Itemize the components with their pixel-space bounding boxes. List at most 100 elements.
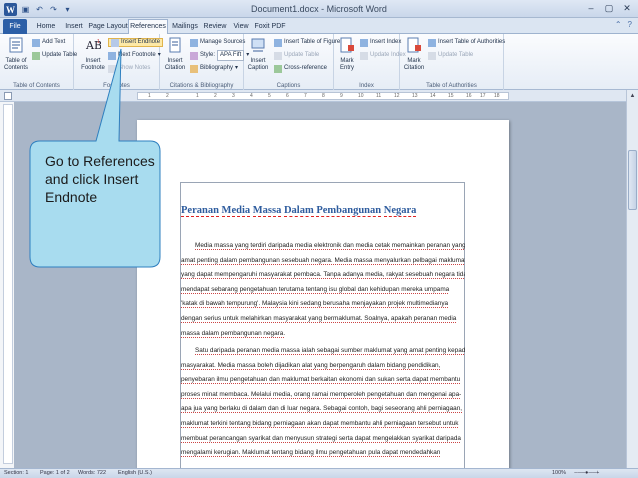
footnote-icon: AB1: [85, 39, 102, 52]
captions-update-table-button[interactable]: Update Table: [274, 51, 319, 60]
update-table-button[interactable]: Update Table: [32, 51, 77, 60]
group-captions: Insert Caption Insert Table of Figures U…: [244, 34, 343, 90]
zoom-slider[interactable]: −──●──+: [574, 470, 599, 476]
mark-entry-button[interactable]: Mark Entry: [336, 37, 358, 72]
group-label: Footnotes: [103, 83, 130, 89]
group-citations: Insert Citation Manage Sources Style: AP…: [160, 34, 249, 90]
tab-insert[interactable]: Insert: [60, 20, 88, 34]
vertical-ruler[interactable]: [3, 104, 13, 464]
text-line: mengalami kerugian. Maklumat tentang bid…: [181, 449, 441, 457]
text-line: maklumat terkini tentang bidang perniaga…: [181, 419, 459, 427]
mark-citation-button[interactable]: Mark Citation: [402, 37, 426, 72]
citation-icon: [169, 37, 181, 53]
group-label: Table of Authorities: [426, 83, 477, 89]
group-footnotes: AB 1 Insert Footnote Insert Endnote Next …: [74, 34, 164, 90]
style-select[interactable]: Style: APA Fift ▾: [190, 50, 249, 61]
text-line: Satu daripada peranan media massa ialah …: [195, 347, 465, 354]
manage-sources-button[interactable]: Manage Sources: [190, 38, 245, 47]
text-line: Media massa yang terdiri daripada media …: [195, 242, 465, 249]
mark-entry-icon: [340, 37, 354, 53]
tab-review[interactable]: Review: [202, 20, 228, 34]
tab-page-layout[interactable]: Page Layout: [88, 20, 128, 34]
paragraph-2: Satu daripada peranan media massa ialah …: [181, 344, 465, 461]
cross-reference-icon: [274, 64, 282, 73]
table-of-authorities-icon: [428, 38, 436, 47]
text-line: penyebaran ilmu pengetahuan dan maklumat…: [181, 376, 461, 384]
insert-table-of-authorities-button[interactable]: Insert Table of Authorities: [428, 38, 505, 47]
group-label: Captions: [276, 83, 301, 89]
bibliography-icon: [190, 64, 198, 73]
group-table-of-contents: Table of Contents Add Text Update Table …: [0, 34, 77, 90]
tab-references[interactable]: References: [128, 19, 168, 35]
table-of-contents-button[interactable]: Table of Contents: [2, 37, 30, 72]
tab-home[interactable]: Home: [32, 20, 60, 34]
bibliography-button[interactable]: Bibliography ▾: [190, 64, 238, 73]
insert-endnote-button[interactable]: Insert Endnote: [108, 38, 164, 47]
group-label: Citations & Bibliography: [169, 83, 234, 89]
cross-reference-button[interactable]: Cross-reference: [274, 64, 327, 73]
mark-citation-icon: [407, 37, 421, 53]
zoom-level[interactable]: 100%: [552, 470, 566, 476]
window-title: Document1.docx - Microsoft Word: [251, 4, 387, 14]
group-index: Mark Entry Insert Index Update Index Ind…: [334, 34, 406, 90]
text-line: dengan serius untuk melahirkan masyaraka…: [181, 314, 457, 322]
insert-caption-button[interactable]: Insert Caption: [246, 37, 270, 72]
horizontal-ruler[interactable]: 1 2 1 2 3 4 5 6 7 8 9 10 11 12 13 14 15 …: [137, 92, 509, 100]
ribbon: Table of Contents Add Text Update Table …: [0, 34, 638, 90]
tab-foxit-pdf[interactable]: Foxit PDF: [254, 20, 286, 34]
insert-index-icon: [360, 38, 368, 47]
text-line: amat penting dalam pembangunan sesebuah …: [181, 256, 465, 264]
paragraph-1: Media massa yang terdiri daripada media …: [181, 239, 465, 341]
callout-text: Go to References and click Insert Endnot…: [45, 153, 155, 205]
update-index-button[interactable]: Update Index: [360, 51, 406, 60]
section-indicator[interactable]: Section: 1: [4, 470, 28, 476]
tab-mailings[interactable]: Mailings: [170, 20, 200, 34]
table-of-figures-icon: [274, 38, 282, 47]
word-count[interactable]: Words: 722: [78, 470, 106, 476]
show-notes-button[interactable]: Show Notes: [108, 64, 150, 73]
update-icon: [274, 51, 282, 60]
language-indicator[interactable]: English (U.S.): [118, 470, 152, 476]
table-of-contents-icon: [9, 37, 23, 53]
caption-icon: [251, 38, 265, 52]
insert-citation-button[interactable]: Insert Citation: [162, 37, 188, 72]
close-icon[interactable]: ✕: [620, 2, 634, 14]
text-line: membuat perancangan syarikat dan menyusu…: [181, 434, 461, 442]
minimize-icon[interactable]: –: [584, 2, 598, 14]
text-line: massa dalam pembangunan negara.: [181, 329, 286, 337]
page-indicator[interactable]: Page: 1 of 2: [40, 470, 70, 476]
update-icon: [428, 51, 436, 60]
group-label: Index: [359, 83, 374, 89]
insert-index-button[interactable]: Insert Index: [360, 38, 401, 47]
insert-table-of-figures-button[interactable]: Insert Table of Figures: [274, 38, 343, 47]
help-icon[interactable]: ?: [628, 20, 632, 29]
ribbon-minimize-icon[interactable]: ⌃: [615, 20, 622, 29]
manage-sources-icon: [190, 38, 198, 47]
next-footnote-button[interactable]: Next Footnote ▾: [108, 51, 161, 60]
ruler-row: 1 2 1 2 3 4 5 6 7 8 9 10 11 12 13 14 15 …: [0, 90, 638, 102]
add-text-button[interactable]: Add Text: [32, 38, 65, 47]
status-bar: Section: 1 Page: 1 of 2 Words: 722 Engli…: [0, 468, 638, 478]
svg-text:1: 1: [97, 39, 100, 45]
authorities-update-table-button[interactable]: Update Table: [428, 51, 473, 60]
text-line: apa jua yang berlaku di dalam dan di lua…: [181, 405, 463, 413]
update-icon: [360, 51, 368, 60]
scroll-up-icon[interactable]: ▲: [628, 91, 638, 101]
maximize-icon[interactable]: ▢: [602, 2, 616, 14]
tab-view[interactable]: View: [230, 20, 252, 34]
ruler-toggle-icon[interactable]: [4, 92, 12, 100]
tab-file[interactable]: File: [3, 19, 27, 34]
text-line: 'katak di bawah tempurung'. Malaysia kin…: [181, 300, 449, 308]
endnote-icon: [111, 38, 119, 47]
text-line: proses minat membaca. Melalui media, ora…: [181, 390, 462, 398]
update-icon: [32, 51, 40, 60]
scroll-thumb[interactable]: [628, 150, 637, 210]
next-footnote-icon: [108, 51, 116, 60]
group-label: Table of Contents: [13, 83, 60, 89]
show-notes-icon: [108, 64, 116, 73]
ribbon-tabs: File Home Insert Page Layout References …: [0, 18, 638, 35]
vertical-scrollbar[interactable]: ▲: [626, 90, 638, 468]
insert-footnote-button[interactable]: AB 1 Insert Footnote: [78, 37, 108, 72]
text-line: yang dapat mempengaruhi masyarakat pemba…: [181, 271, 465, 279]
group-table-of-authorities: Mark Citation Insert Table of Authoritie…: [400, 34, 505, 90]
